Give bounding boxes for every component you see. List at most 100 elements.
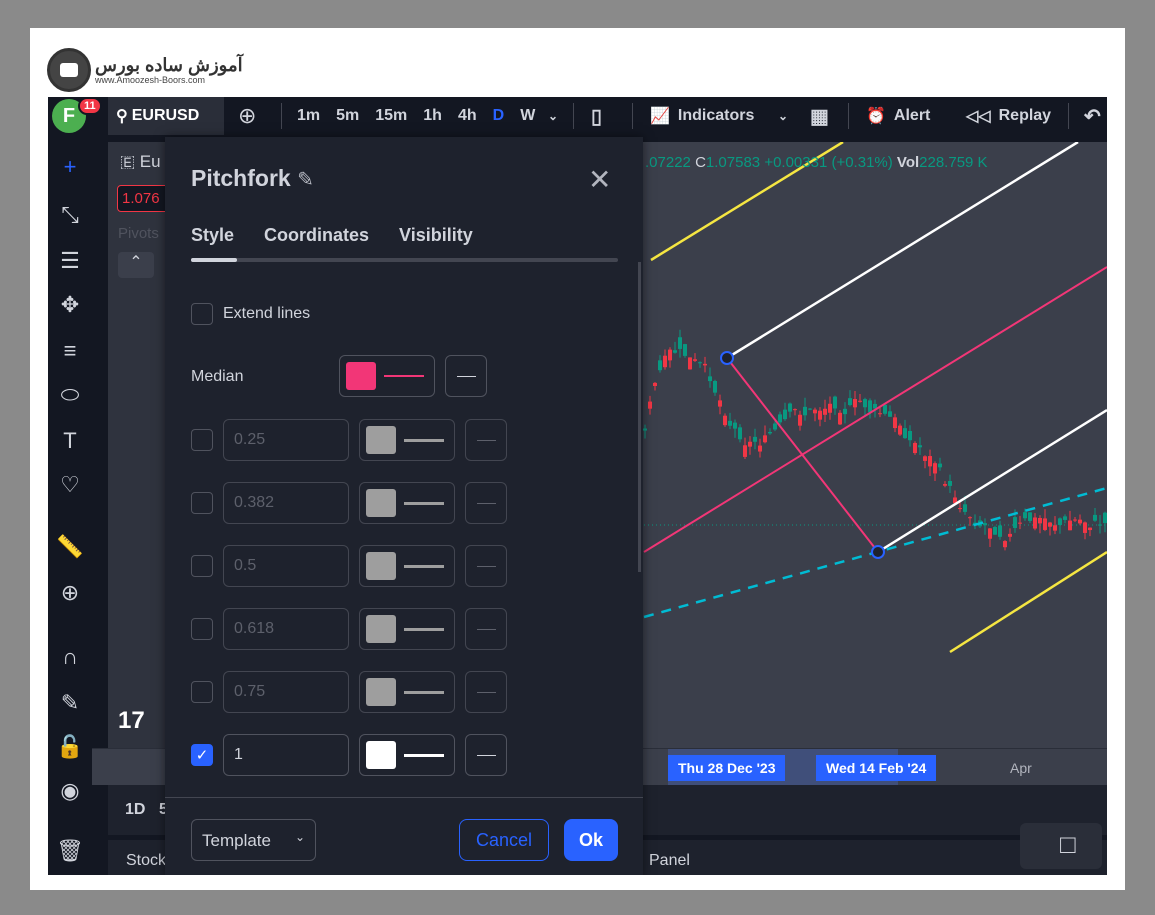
avatar[interactable]: F 11 [52, 97, 102, 133]
ruler-icon[interactable]: 📏 [56, 534, 84, 560]
level-style-button[interactable] [465, 671, 507, 713]
indicators-label: Indicators [677, 107, 755, 124]
candle [723, 415, 727, 426]
timeframe-D[interactable]: D [493, 107, 505, 125]
undo-icon[interactable]: ↶ [1084, 97, 1101, 135]
median-style-button[interactable] [445, 355, 487, 397]
text-icon[interactable]: T [56, 428, 84, 454]
candle [728, 420, 732, 426]
level-color-button[interactable] [359, 419, 455, 461]
candle [1088, 527, 1092, 531]
level-color-button[interactable] [359, 545, 455, 587]
level-color-button[interactable] [359, 671, 455, 713]
pattern-icon[interactable]: ✥ [56, 292, 84, 318]
level-style-button[interactable] [465, 482, 507, 524]
indicators-button[interactable]: 📈 Indicators [650, 97, 754, 135]
chevron-down-icon[interactable]: ⌄ [778, 97, 788, 135]
template-dropdown[interactable]: Template ⌄ [191, 819, 316, 861]
replay-button[interactable]: ◁◁ Replay [966, 97, 1051, 135]
stock-screener-tab[interactable]: Stock [126, 852, 166, 870]
level-style-button[interactable] [465, 545, 507, 587]
pitchfork-anchor-handle[interactable] [871, 545, 885, 559]
timeframe-15m[interactable]: 15m [375, 107, 407, 125]
rename-pencil-icon[interactable]: ✎ [297, 169, 314, 191]
candle [998, 525, 1002, 537]
magnet-icon[interactable]: ∩ [56, 644, 84, 670]
timeframe-1h[interactable]: 1h [423, 107, 442, 125]
tab-visibility[interactable]: Visibility [399, 225, 473, 246]
candle [1083, 522, 1087, 533]
level-value-input[interactable]: 0.25 [223, 419, 349, 461]
alert-label: Alert [893, 107, 931, 124]
candle [1093, 514, 1097, 521]
ok-button[interactable]: Ok [564, 819, 618, 861]
tab-indicator [191, 258, 618, 262]
extend-lines-checkbox[interactable] [191, 303, 213, 325]
level-style-button[interactable] [465, 608, 507, 650]
timeframe-1m[interactable]: 1m [297, 107, 320, 125]
divider [848, 103, 849, 129]
divider [632, 103, 633, 129]
eye-icon[interactable]: ◉ [56, 778, 84, 804]
unlock-icon[interactable]: 🔓 [56, 734, 84, 760]
candle [1103, 512, 1107, 524]
cancel-button[interactable]: Cancel [459, 819, 549, 861]
tradingview-logo: 17 [118, 707, 145, 734]
level-checkbox[interactable]: ✓ [191, 744, 213, 766]
level-value-input[interactable]: 0.75 [223, 671, 349, 713]
select-area-icon[interactable]: □ [1020, 823, 1102, 869]
level-checkbox[interactable] [191, 618, 213, 640]
candles-icon[interactable]: ▯ [591, 97, 602, 135]
trend-line-icon[interactable]: ⤡ [56, 202, 84, 228]
timeframe-W[interactable]: W [520, 107, 535, 125]
close-icon[interactable]: ✕ [588, 163, 611, 196]
tab-style[interactable]: Style [191, 225, 234, 246]
level-checkbox[interactable] [191, 555, 213, 577]
heart-icon[interactable]: ♡ [56, 472, 84, 498]
candle [858, 400, 862, 402]
level-style-button[interactable] [465, 734, 507, 776]
level-checkbox[interactable] [191, 429, 213, 451]
trash-icon[interactable]: 🗑 [56, 838, 84, 864]
level-checkbox[interactable] [191, 492, 213, 514]
crosshair-icon[interactable]: + [56, 154, 84, 180]
level-color-button[interactable] [359, 734, 455, 776]
candle [1053, 525, 1057, 531]
fib-icon[interactable]: ☰ [56, 248, 84, 274]
level-value-input[interactable]: 1 [223, 734, 349, 776]
pitchfork-anchor-handle[interactable] [720, 351, 734, 365]
candle [758, 445, 762, 452]
candle [683, 344, 687, 356]
candle [1068, 520, 1072, 531]
level-color-button[interactable] [359, 482, 455, 524]
level-value-input[interactable]: 0.5 [223, 545, 349, 587]
level-color-button[interactable] [359, 608, 455, 650]
avatar-letter: F [62, 104, 76, 127]
level-value-input[interactable]: 0.618 [223, 608, 349, 650]
collapse-button[interactable]: ⌃ [118, 252, 154, 278]
level-style-button[interactable] [465, 419, 507, 461]
range-1d[interactable]: 1D [125, 801, 145, 819]
candle [753, 436, 757, 442]
zoom-in-icon[interactable]: ⊕ [56, 580, 84, 606]
tab-coordinates[interactable]: Coordinates [264, 225, 369, 246]
level-checkbox[interactable] [191, 681, 213, 703]
timeframe-4h[interactable]: 4h [458, 107, 477, 125]
level-value-input[interactable]: 0.382 [223, 482, 349, 524]
add-symbol-icon[interactable]: ⊕ [238, 97, 256, 135]
panel-tab[interactable]: Panel [649, 852, 690, 870]
candle [768, 431, 772, 434]
timeframe-5m[interactable]: 5m [336, 107, 359, 125]
notification-badge: 11 [78, 97, 102, 115]
median-color-button[interactable] [339, 355, 435, 397]
chevron-down-icon[interactable]: ⌄ [548, 97, 558, 135]
scrollbar[interactable] [638, 262, 641, 572]
lock-drawing-icon[interactable]: ✎ [56, 690, 84, 716]
shapes-icon[interactable]: ⬭ [56, 382, 84, 408]
prediction-icon[interactable]: ≡ [56, 338, 84, 364]
symbol-search-button[interactable]: ⚲ EURUSD [108, 97, 224, 135]
candle [713, 380, 717, 393]
layouts-icon[interactable]: ▦ [810, 97, 829, 135]
candle [1008, 533, 1012, 537]
alert-button[interactable]: ⏰ Alert [866, 97, 930, 135]
